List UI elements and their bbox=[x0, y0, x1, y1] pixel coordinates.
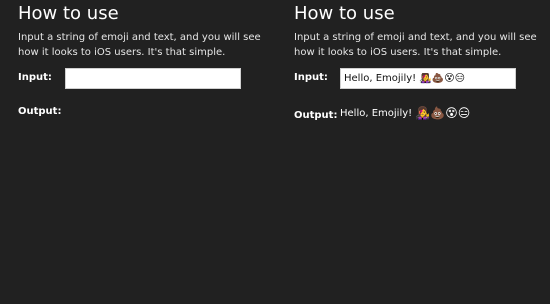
singer-emoji-icon: 👩‍🎤 bbox=[415, 106, 431, 120]
poop-emoji-icon: 💩 bbox=[430, 106, 446, 120]
page-title: How to use bbox=[294, 3, 395, 24]
page-title: How to use bbox=[18, 3, 119, 24]
input-label: Input: bbox=[294, 72, 328, 83]
dizzy-face-emoji-icon: 😵 bbox=[445, 106, 458, 120]
instructions-text: Input a string of emoji and text, and yo… bbox=[18, 32, 261, 58]
expressionless-face-emoji-icon: 😑 bbox=[457, 106, 471, 120]
instructions-text: Input a string of emoji and text, and yo… bbox=[294, 32, 537, 58]
input-label: Input: bbox=[18, 72, 52, 83]
emoji-input[interactable] bbox=[65, 68, 241, 89]
output-label: Output: bbox=[294, 110, 338, 121]
emoji-input[interactable] bbox=[340, 68, 516, 89]
output-text: Hello, Emojily! bbox=[340, 108, 413, 119]
output-label: Output: bbox=[18, 106, 62, 117]
output-value: Hello, Emojily! 👩‍🎤💩😵😑 bbox=[340, 107, 470, 119]
